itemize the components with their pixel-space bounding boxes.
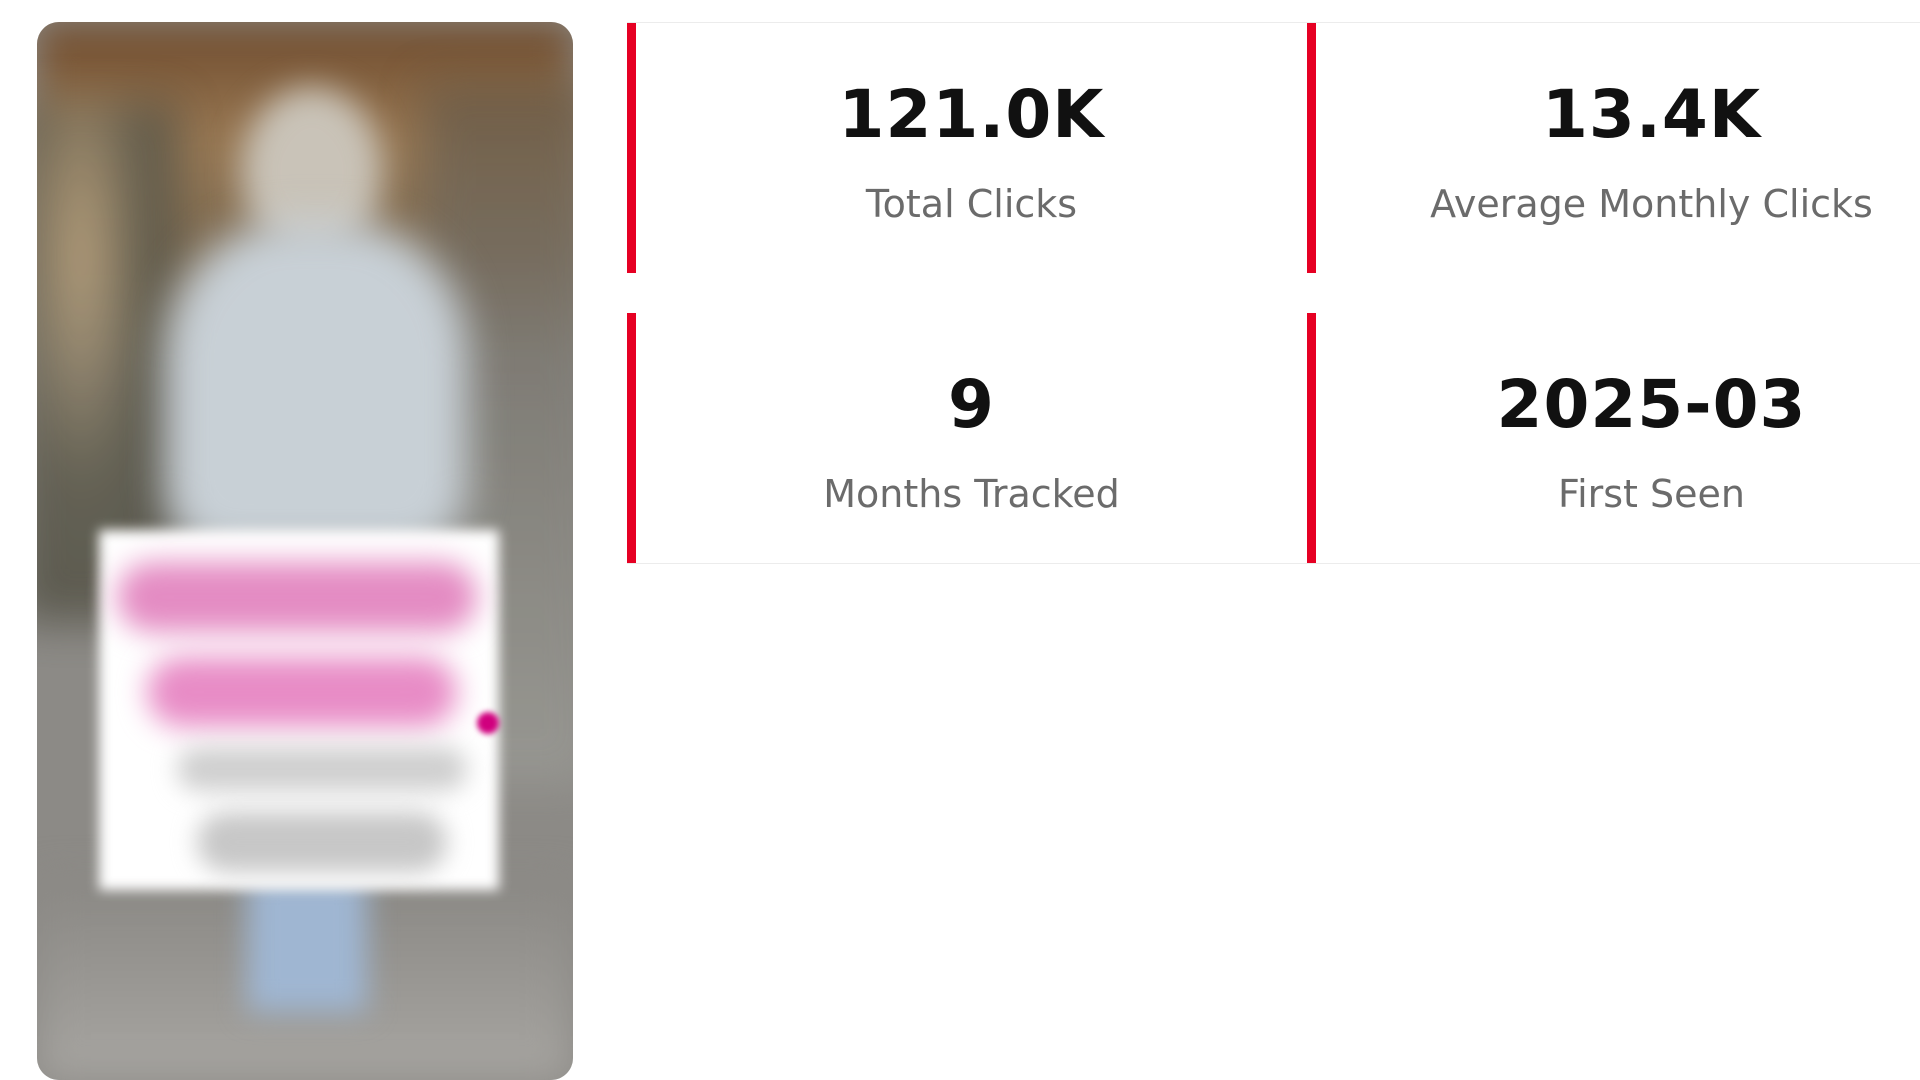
stats-grid: 121.0K Total Clicks 13.4K Average Monthl…	[627, 22, 1920, 564]
stat-value: 121.0K	[838, 76, 1105, 153]
thumbnail-person-body	[167, 222, 467, 552]
stat-card-total-clicks: 121.0K Total Clicks	[627, 23, 1307, 273]
pin-thumbnail-image[interactable]	[37, 22, 573, 1080]
stat-value: 2025-03	[1496, 366, 1807, 443]
thumbnail-person-legs	[247, 872, 367, 1012]
stat-label: Months Tracked	[823, 472, 1120, 516]
thumbnail-blurred-subtext-line-1	[177, 747, 467, 791]
stat-card-average-monthly-clicks: 13.4K Average Monthly Clicks	[1307, 23, 1920, 273]
stat-value: 13.4K	[1542, 76, 1761, 153]
stat-label: Total Clicks	[865, 182, 1078, 226]
thumbnail-accent-dot	[477, 712, 499, 734]
thumbnail-blurred-heading-line-2	[147, 657, 457, 727]
stat-label: Average Monthly Clicks	[1430, 182, 1873, 226]
stat-label: First Seen	[1557, 472, 1745, 516]
thumbnail-blurred-subtext-line-2	[197, 812, 447, 872]
stat-card-first-seen: 2025-03 First Seen	[1307, 313, 1920, 563]
stat-value: 9	[948, 366, 995, 443]
thumbnail-blurred-heading-line-1	[117, 562, 477, 632]
pin-stats-page: 121.0K Total Clicks 13.4K Average Monthl…	[0, 0, 1920, 1080]
stat-card-months-tracked: 9 Months Tracked	[627, 313, 1307, 563]
